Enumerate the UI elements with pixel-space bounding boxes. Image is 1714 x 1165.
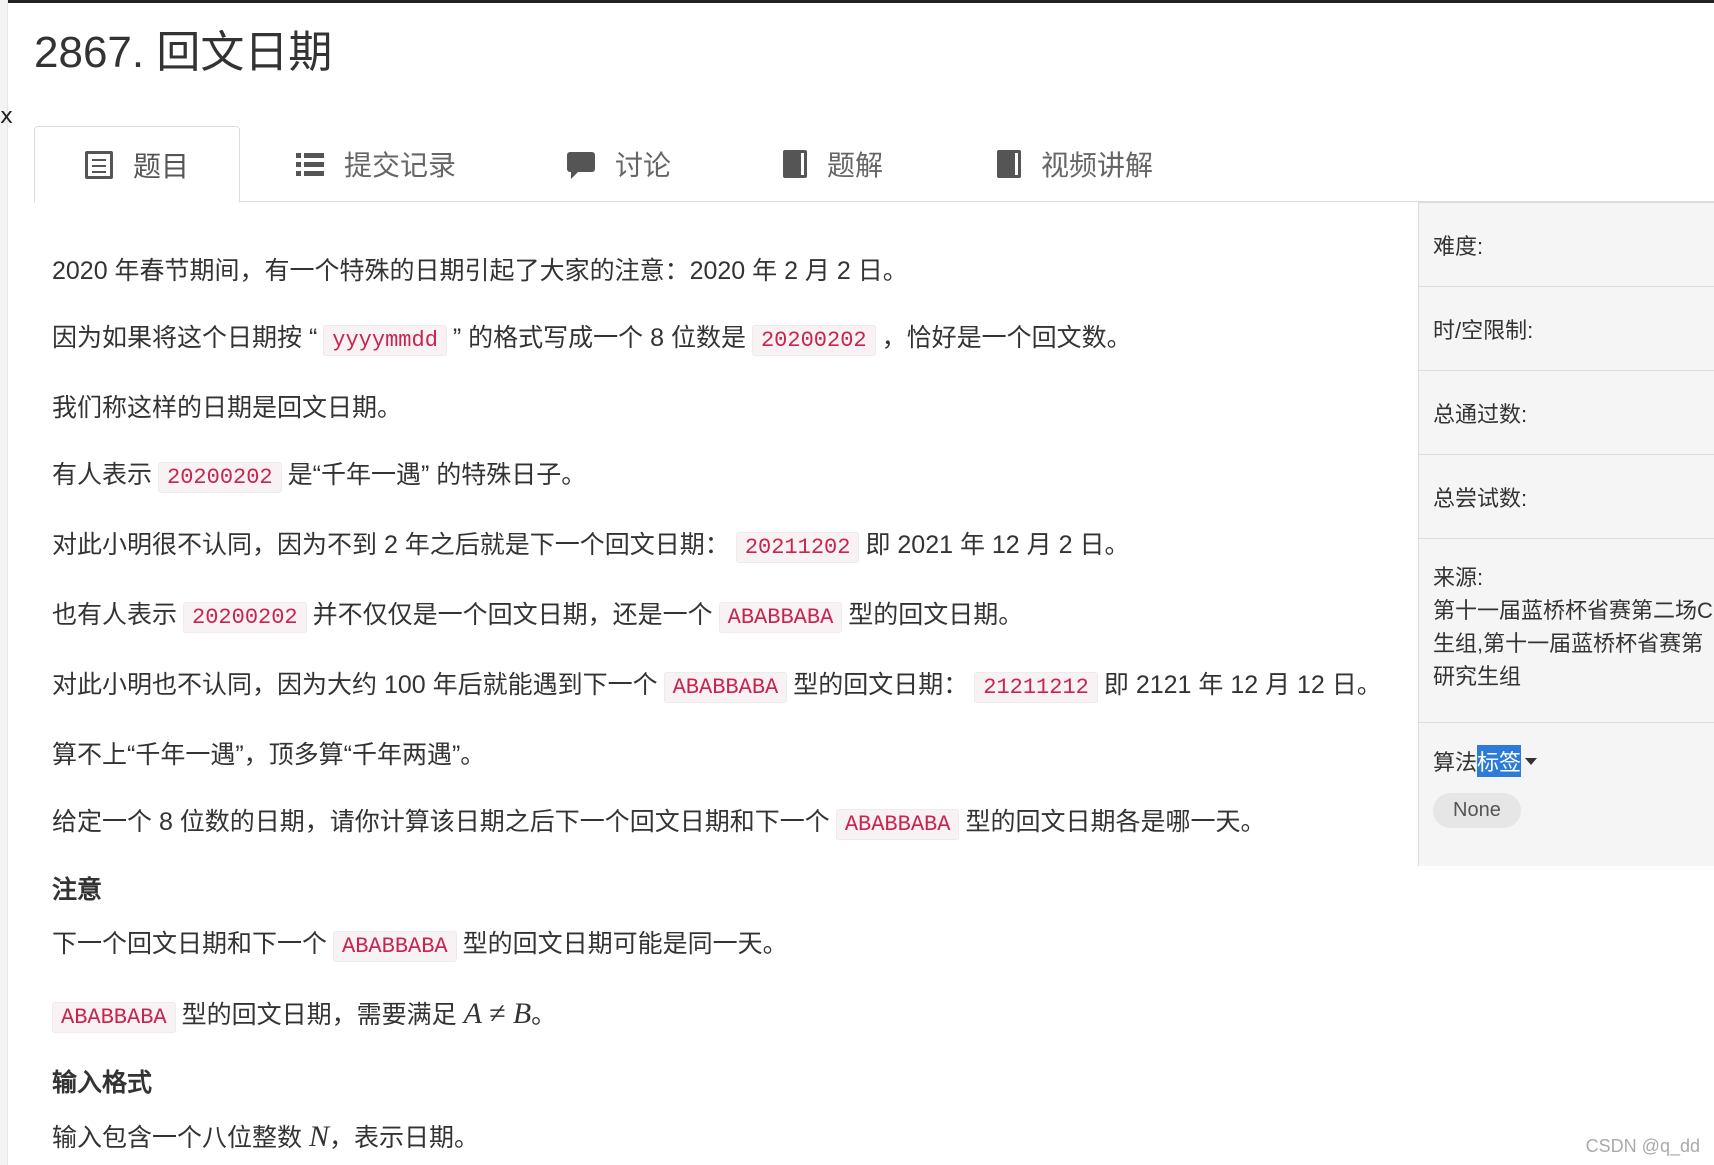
tab-label: 视频讲解 (1041, 150, 1154, 181)
source-text[interactable]: 生组,第十一届蓝桥杯省赛第 (1433, 627, 1703, 660)
paragraph: 下一个回文日期和下一个 ABABBABA 型的回文日期可能是同一天。 (52, 923, 1382, 968)
text: 输入包含一个八位整数 (52, 1124, 303, 1152)
source-label: 来源: (1433, 565, 1484, 590)
text: 下一个回文日期和下一个 (52, 930, 328, 958)
tags-toggle[interactable]: 算法 标签 (1433, 745, 1538, 777)
difficulty-row: 难度: (1419, 203, 1714, 287)
problem-info-sidebar: 难度: 时/空限制: 总通过数: 总尝试数: 来源: 第十一届蓝桥杯省赛第二场C… (1418, 202, 1714, 866)
tab-submissions[interactable]: 提交记录 (296, 126, 456, 202)
inline-code: yyyymmdd (323, 325, 447, 356)
text: 对此小明很不认同，因为不到 2 年之后就是下一个回文日期： (52, 531, 730, 559)
text: 有人表示 (52, 461, 153, 489)
tried-label: 总尝试数: (1433, 485, 1528, 511)
tab-video[interactable]: 视频讲解 (997, 126, 1153, 202)
text: 即 2121 年 12 月 12 日。 (1103, 671, 1382, 699)
book-icon (783, 150, 807, 178)
tab-label: 题目 (133, 150, 190, 182)
inline-code: 20200202 (183, 602, 307, 633)
text: 型的回文日期，需要满足 (181, 1001, 457, 1029)
text: ” 的格式写成一个 8 位数是 (452, 324, 746, 352)
limit-label: 时/空限制: (1433, 317, 1534, 343)
input-format-heading: 输入格式 (52, 1069, 153, 1097)
passed-row: 总通过数: (1419, 371, 1714, 455)
page-title: 2867. 回文日期 (34, 28, 333, 77)
inline-code: 20211202 (735, 532, 860, 563)
text: 型的回文日期。 (848, 601, 1024, 629)
paragraph: 有人表示 20200202 是“千年一遇” 的特殊日子。 (52, 454, 1382, 499)
text: 。 (531, 1001, 557, 1029)
text: 型的回文日期可能是同一天。 (462, 930, 788, 958)
paragraph: 因为如果将这个日期按 “yyyymmdd” 的格式写成一个 8 位数是 20200… (52, 317, 1382, 362)
source-text[interactable]: 第十一届蓝桥杯省赛第二场C (1433, 594, 1713, 627)
tried-row: 总尝试数: (1419, 455, 1714, 539)
math-expression: N (308, 1120, 329, 1153)
text: 因为如果将这个日期按 “ (52, 324, 318, 352)
math-expression: A ≠ B (463, 997, 532, 1030)
tab-label: 提交记录 (344, 150, 457, 181)
tab-solutions[interactable]: 题解 (783, 126, 883, 202)
tag-pill[interactable]: None (1433, 793, 1521, 828)
text: 型的回文日期： (793, 671, 969, 699)
tab-label: 讨论 (615, 150, 672, 181)
paragraph: 我们称这样的日期是回文日期。 (52, 387, 1382, 429)
difficulty-label: 难度: (1433, 233, 1484, 259)
book-icon (997, 150, 1021, 178)
text: 对此小明也不认同，因为大约 100 年后就能遇到下一个 (52, 671, 658, 699)
text: 并不仅仅是一个回文日期，还是一个 (312, 601, 713, 629)
text: 型的回文日期各是哪一天。 (965, 808, 1266, 836)
paragraph: 给定一个 8 位数的日期，请你计算该日期之后下一个回文日期和下一个 ABABBAB… (52, 801, 1382, 846)
text: 即 2021 年 12 月 2 日。 (865, 531, 1130, 559)
tags-label: 算法 (1433, 750, 1478, 775)
tags-label-highlighted: 标签 (1477, 745, 1522, 777)
tags-block: 算法 标签 None (1419, 723, 1714, 828)
text: 也有人表示 (52, 601, 178, 629)
inline-code: ABABBABA (835, 809, 960, 840)
paragraph: 2020 年春节期间，有一个特殊的日期引起了大家的注意：2020 年 2 月 2… (52, 250, 1382, 292)
text: 我们称这样的日期是回文日期。 (52, 394, 403, 422)
list-icon (296, 150, 324, 178)
inline-code: ABABBABA (333, 931, 457, 962)
window-top-border (0, 0, 1714, 3)
tab-problem[interactable]: 题目 (34, 126, 241, 203)
text: 2020 年春节期间，有一个特殊的日期引起了大家的注意：2020 年 2 月 2… (52, 257, 908, 285)
problem-content: 2020 年春节期间，有一个特殊的日期引起了大家的注意：2020 年 2 月 2… (52, 250, 1382, 1165)
comment-icon (567, 152, 595, 179)
passed-label: 总通过数: (1433, 401, 1528, 427)
inline-code: 20200202 (158, 462, 282, 493)
text: 算不上“千年一遇”，顶多算“千年两遇”。 (52, 741, 486, 769)
text: 给定一个 8 位数的日期，请你计算该日期之后下一个回文日期和下一个 (52, 808, 830, 836)
limit-row: 时/空限制: (1419, 287, 1714, 371)
tab-bar: 题目 提交记录 讨论 题解 视频讲解 (34, 126, 1714, 203)
source-text[interactable]: 研究生组 (1433, 660, 1700, 693)
inline-code: 20200202 (751, 325, 876, 356)
text: ，表示日期。 (328, 1124, 479, 1152)
watermark: CSDN @q_dd (1585, 1136, 1700, 1156)
text: 是“千年一遇” 的特殊日子。 (287, 461, 587, 489)
paragraph: 算不上“千年一遇”，顶多算“千年两遇”。 (52, 734, 1382, 776)
stray-char: x (0, 104, 14, 129)
text: ，恰好是一个回文数。 (881, 324, 1132, 352)
inline-code: ABABBABA (663, 672, 788, 703)
list-box-icon (85, 150, 113, 179)
caret-down-icon (1525, 757, 1538, 765)
tab-discussion[interactable]: 讨论 (567, 126, 671, 202)
paragraph: 对此小明很不认同，因为不到 2 年之后就是下一个回文日期： 20211202 即 2… (52, 524, 1382, 569)
inline-code: ABABBABA (52, 1002, 176, 1033)
paragraph: ABABBABA 型的回文日期，需要满足 A ≠ B。 (52, 993, 1382, 1039)
inline-code: 21211212 (974, 672, 1098, 703)
inline-code: ABABBABA (718, 602, 843, 633)
note-heading: 注意 (52, 876, 103, 904)
paragraph: 输入包含一个八位整数 N，表示日期。 (52, 1116, 1382, 1159)
source-row: 来源: 第十一届蓝桥杯省赛第二场C 生组,第十一届蓝桥杯省赛第 研究生组 (1419, 539, 1714, 723)
paragraph: 对此小明也不认同，因为大约 100 年后就能遇到下一个 ABABBABA 型的回文日… (52, 664, 1382, 709)
paragraph: 也有人表示 20200202 并不仅仅是一个回文日期，还是一个 ABABBABA 型的回… (52, 594, 1382, 639)
page-left-border (0, 0, 8, 1165)
tab-label: 题解 (827, 150, 884, 181)
